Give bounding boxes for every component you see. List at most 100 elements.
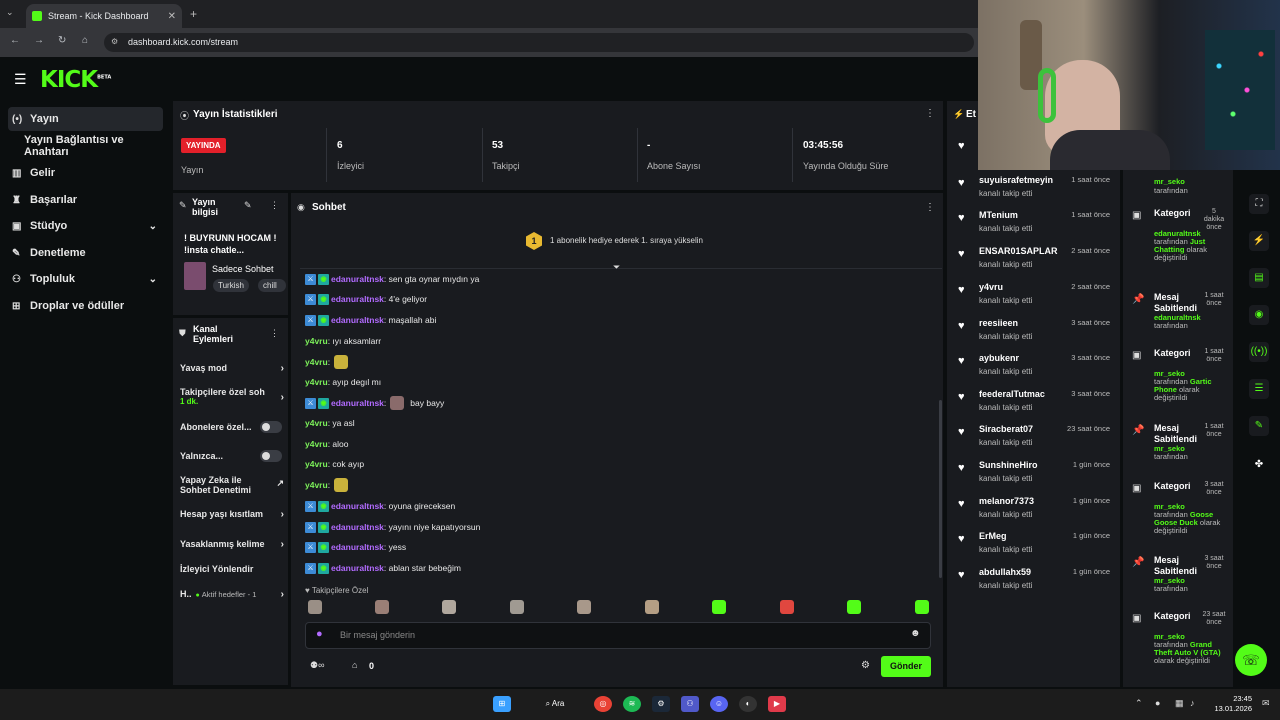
chrome-icon[interactable]: ◎ <box>594 696 612 712</box>
kick-logo[interactable]: KICKBETA <box>40 67 111 93</box>
event-item[interactable]: ♥ suyuisrafetmeyin kanalı takip etti 1 saat… <box>958 175 1110 203</box>
sidebar-item-studyo[interactable]: ▣ Stüdyo ⌄ <box>8 214 163 238</box>
chat-username[interactable]: edanuraltnsk <box>331 522 384 532</box>
forward-icon[interactable]: → <box>34 35 44 46</box>
event-item[interactable]: ♥ ErMeg kanalı takip etti 1 gün önce <box>958 531 1110 559</box>
close-tab-icon[interactable]: ✕ <box>168 11 176 22</box>
goals-action[interactable]: H.. ● Aktif hedefler - 1 › <box>180 589 284 600</box>
quick-emote-icon[interactable] <box>442 600 456 614</box>
quick-emote-icon[interactable] <box>712 600 726 614</box>
chat-username[interactable]: y4vru <box>305 459 328 469</box>
slow-mode-action[interactable]: Yavaş mod › <box>180 363 284 374</box>
address-bar[interactable]: dashboard.kick.com/stream <box>104 33 974 52</box>
taskbar-search[interactable]: ⌕ Ara <box>530 696 580 712</box>
taskbar-clock[interactable]: 23:45 13.01.2026 <box>1212 694 1252 714</box>
microphone-icon[interactable]: ● <box>316 628 323 640</box>
chat-username[interactable]: edanuraltnsk <box>331 501 384 511</box>
quick-emote-icon[interactable] <box>308 600 322 614</box>
wrench-icon[interactable]: ✎ <box>1249 416 1269 436</box>
chat-username[interactable]: y4vru <box>305 480 328 490</box>
quick-emote-icon[interactable] <box>847 600 861 614</box>
chat-username[interactable]: y4vru <box>305 439 328 449</box>
steam-icon[interactable]: ⚙ <box>652 696 670 712</box>
new-tab-icon[interactable]: + <box>190 7 197 21</box>
pinned-collapse-icon[interactable]: ⏷ <box>613 262 620 273</box>
event-item[interactable]: ♥ aybukenr kanalı takip etti 3 saat önce <box>958 353 1110 381</box>
ai-moderation-action[interactable]: Yapay Zeka ile Sohbet Denetimi ↗ <box>180 475 284 495</box>
sidebar-item-denetleme[interactable]: ✎ Denetleme <box>8 241 163 265</box>
tray-chevron-icon[interactable]: ⌃ <box>1135 698 1143 709</box>
discord-icon[interactable]: ☺ <box>710 696 728 712</box>
chat-username[interactable]: y4vru <box>305 357 328 367</box>
event-item[interactable]: ♥ reesiieen kanalı takip etti 3 saat önce <box>958 318 1110 346</box>
event-item[interactable]: ♥ abdullahx59 kanalı takip etti 1 gün önce <box>958 567 1110 595</box>
channel-points-icon[interactable]: ⚉∞ <box>310 660 324 671</box>
emoji-icon[interactable]: ☻ <box>910 628 921 639</box>
microphone-tray-icon[interactable]: ● <box>1155 698 1160 708</box>
browser-tab[interactable]: Stream - Kick Dashboard ✕ <box>26 4 182 28</box>
obs-icon[interactable]: ◐ <box>739 696 757 712</box>
teams-icon[interactable]: ⚇ <box>681 696 699 712</box>
banned-words-action[interactable]: Yasaklanmış kelime › <box>180 539 284 550</box>
send-button[interactable]: Gönder <box>881 656 931 677</box>
chat-username[interactable]: y4vru <box>305 336 328 346</box>
chat-username[interactable]: y4vru <box>305 377 328 387</box>
start-icon[interactable]: ⊞ <box>493 696 511 712</box>
sidebar-item-droplar[interactable]: ⊞ Droplar ve ödüller <box>8 294 163 318</box>
quick-emote-icon[interactable] <box>375 600 389 614</box>
recording-app-icon[interactable]: ▶ <box>768 696 786 712</box>
event-item[interactable]: ♥ Siracberat07 kanalı takip etti 23 saat ön… <box>958 424 1110 452</box>
sidebar-item-yayin[interactable]: (•) Yayın <box>8 107 163 131</box>
tab-list-icon[interactable]: ⌄ <box>6 7 14 18</box>
event-item[interactable]: ♥ SunshineHiro kanalı takip etti 1 gün önce <box>958 460 1110 488</box>
site-info-icon[interactable]: ⚙ <box>111 37 118 46</box>
menu-icon[interactable]: ☰ <box>14 71 27 88</box>
followers-only-action[interactable]: Takipçilere özel soh 1 dk. › <box>180 387 284 406</box>
quick-emote-icon[interactable] <box>577 600 591 614</box>
quick-emote-icon[interactable] <box>645 600 659 614</box>
reload-icon[interactable]: ↻ <box>58 35 66 46</box>
stats-icon[interactable]: ▤ <box>1249 268 1269 288</box>
broadcast-icon[interactable]: ((•)) <box>1249 342 1269 362</box>
subscribers-only-toggle[interactable] <box>260 421 282 433</box>
stream-info-more-icon[interactable]: ⋮ <box>270 200 279 211</box>
sidebar-item-gelir[interactable]: ▥ Gelir <box>8 161 163 185</box>
chat-username[interactable]: edanuraltnsk <box>331 294 384 304</box>
viewer-redirect-action[interactable]: İzleyici Yönlendir <box>180 564 284 574</box>
chat-username[interactable]: y4vru <box>305 418 328 428</box>
chat-username[interactable]: edanuraltnsk <box>331 315 384 325</box>
chat-username[interactable]: edanuraltnsk <box>331 542 384 552</box>
emote-only-toggle[interactable] <box>260 450 282 462</box>
event-item[interactable]: ♥ feederalTutmac kanalı takip etti 3 saat ö… <box>958 389 1110 417</box>
chat-more-icon[interactable]: ⋮ <box>925 202 935 213</box>
actions-more-icon[interactable]: ⋮ <box>270 328 279 339</box>
chat-settings-icon[interactable]: ⚙ <box>861 660 870 671</box>
quick-emote-icon[interactable] <box>915 600 929 614</box>
store-icon[interactable]: ⌂ <box>352 660 357 670</box>
account-age-action[interactable]: Hesap yaşı kısıtlam › <box>180 509 284 520</box>
chat-scrollbar[interactable] <box>939 400 942 578</box>
volume-icon[interactable]: ♪ <box>1190 698 1195 708</box>
chat-username[interactable]: edanuraltnsk <box>331 563 384 573</box>
edit-icon[interactable]: ✎ <box>244 200 252 211</box>
chat-username[interactable]: edanuraltnsk <box>331 274 384 284</box>
event-item[interactable]: ♥ y4vru kanalı takip etti 2 saat önce <box>958 282 1110 310</box>
back-icon[interactable]: ← <box>10 35 20 46</box>
activity-icon[interactable]: ☰ <box>1249 379 1269 399</box>
bolt-icon[interactable]: ⚡ <box>1249 231 1269 251</box>
event-item[interactable]: ♥ melanor7373 kanalı takip etti 1 gün önce <box>958 496 1110 524</box>
help-chat-icon[interactable]: ☏ <box>1235 644 1267 676</box>
network-icon[interactable]: ▦ <box>1175 698 1184 709</box>
chat-input-placeholder[interactable]: Bir mesaj gönderin <box>340 630 415 640</box>
sidebar-item-basarilar[interactable]: ♜ Başarılar <box>8 188 163 212</box>
quick-emote-icon[interactable] <box>510 600 524 614</box>
sidebar-item-topluluk[interactable]: ⚇ Topluluk ⌄ <box>8 267 163 291</box>
stats-more-icon[interactable]: ⋮ <box>925 108 935 119</box>
quick-emote-icon[interactable] <box>780 600 794 614</box>
notification-icon[interactable]: ✉ <box>1262 698 1270 709</box>
chat-icon[interactable]: ◉ <box>1249 305 1269 325</box>
apps-icon[interactable]: ✤ <box>1249 455 1269 475</box>
event-item[interactable]: ♥ MTenium kanalı takip etti 1 saat önce <box>958 210 1110 238</box>
event-item[interactable]: ♥ ENSAR01SAPLAR kanalı takip etti 2 saat ön… <box>958 246 1110 274</box>
spotify-icon[interactable]: ≋ <box>623 696 641 712</box>
